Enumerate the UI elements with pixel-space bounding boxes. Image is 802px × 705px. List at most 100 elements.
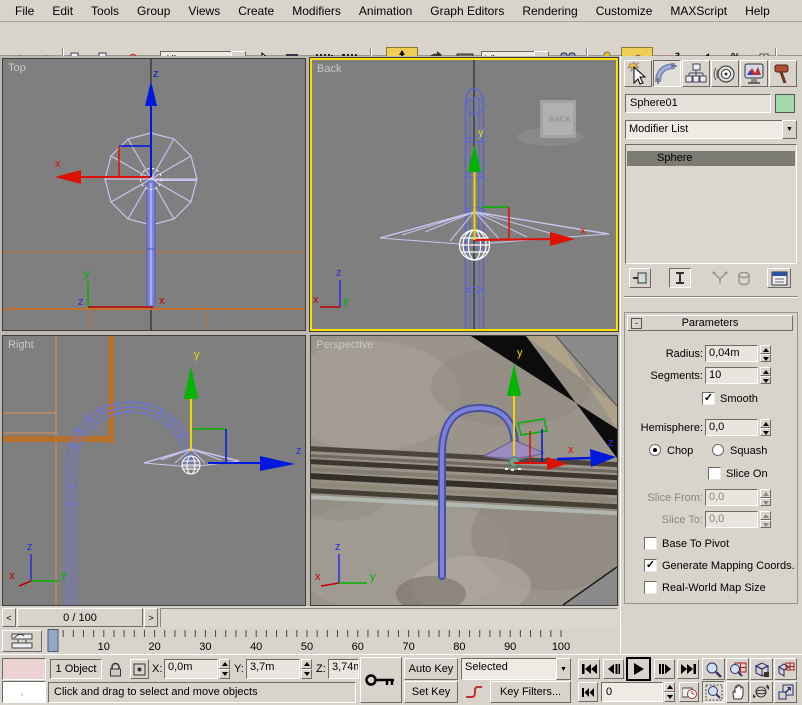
menu-file[interactable]: File [6,2,43,20]
hemisphere-spinner[interactable] [760,419,771,436]
menu-maxscript[interactable]: MAXScript [661,2,736,20]
tab-create[interactable] [624,60,652,87]
viewport-perspective-label[interactable]: Perspective [316,339,373,351]
region-zoom-button-active[interactable] [702,681,725,703]
key-mode-toggle-button[interactable] [578,682,598,702]
tab-hierarchy[interactable] [682,60,710,87]
absolute-offset-toggle[interactable] [130,659,149,679]
radius-field[interactable]: 0,04m [705,345,758,362]
x-coord-field[interactable]: 0,0m [164,659,218,679]
key-filters-button[interactable]: Key Filters... [490,681,571,703]
object-name-field[interactable]: Sphere01 [625,94,771,113]
dropdown-arrow-icon[interactable]: ▼ [782,120,797,139]
base-to-pivot-checkbox[interactable] [644,537,657,550]
viewport-right-canvas[interactable]: y z z x y [3,336,305,605]
zoom-all-button[interactable] [726,658,749,680]
maxscript-listener-pink[interactable] [2,658,46,680]
menu-tools[interactable]: Tools [82,2,128,20]
tab-display[interactable] [740,60,768,87]
play-animation-button[interactable] [626,657,651,681]
menu-modifiers[interactable]: Modifiers [283,2,350,20]
menu-rendering[interactable]: Rendering [513,2,586,20]
default-in-out-tangent-button[interactable] [461,681,487,703]
tab-utilities[interactable] [769,60,797,87]
show-end-result-button[interactable] [669,268,691,288]
zoom-extents-button[interactable] [750,658,773,680]
modifier-stack[interactable]: Sphere [625,144,797,264]
slice-on-checkbox[interactable] [708,467,721,480]
maxscript-listener-white[interactable]: , [2,681,46,703]
viewport-top[interactable]: Top [2,58,306,331]
x-coord-spinner[interactable] [219,659,230,679]
viewport-back-label[interactable]: Back [317,63,341,75]
timeline-ruler[interactable]: 0102030405060708090100 [44,629,619,654]
chop-radio-selected[interactable] [649,444,661,456]
generate-mapping-checkbox-checked[interactable]: ✓ [644,559,657,572]
umbrella-handle-topview[interactable] [147,181,155,307]
z-coord-field[interactable]: 3,74m [328,659,359,679]
rollout-collapse-icon[interactable]: - [631,318,642,329]
current-frame-field[interactable]: 0 [601,682,663,702]
auto-key-button[interactable]: Auto Key [404,658,458,680]
stack-item-sphere-selected[interactable]: Sphere [627,151,795,166]
viewport-top-canvas[interactable]: z x y z x [3,59,305,330]
viewport-back-active[interactable]: Back BACK [310,58,618,331]
set-key-button[interactable]: Set Key [404,681,458,703]
zoom-extents-icon [753,661,770,678]
radius-spinner[interactable] [760,345,771,362]
real-world-map-checkbox[interactable] [644,581,657,594]
time-slider-prev-button[interactable]: < [2,608,16,627]
modifier-list-dropdown[interactable]: Modifier List ▼ [625,120,797,139]
move-gizmo-top[interactable]: z x [55,68,159,184]
menu-customize[interactable]: Customize [587,2,662,20]
frame-spinner[interactable] [664,682,675,702]
menu-group[interactable]: Group [128,2,179,20]
arc-rotate-button[interactable] [750,681,773,703]
menu-help[interactable]: Help [736,2,779,20]
track-bar-frame-indicator[interactable] [48,630,58,652]
smooth-checkbox-checked[interactable]: ✓ [702,392,715,405]
selection-lock-toggle[interactable] [106,659,124,679]
time-slider-track[interactable] [160,608,617,627]
segments-spinner[interactable] [760,367,771,384]
pan-button[interactable] [726,681,749,703]
set-keys-button[interactable] [360,657,402,703]
tab-modify[interactable] [653,60,681,87]
move-gizmo-back[interactable]: y x [468,127,586,246]
dropdown-arrow-icon[interactable]: ▼ [556,658,571,680]
menu-create[interactable]: Create [229,2,283,20]
configure-modifier-sets-button[interactable] [767,268,791,288]
viewport-top-label[interactable]: Top [8,62,26,74]
viewport-right[interactable]: Right [2,335,306,606]
time-configuration-button[interactable] [679,682,699,702]
previous-frame-button[interactable] [603,659,624,679]
object-color-swatch[interactable] [775,94,795,113]
y-coord-field[interactable]: 3,7m [246,659,300,679]
squash-radio[interactable] [712,444,724,456]
min-max-toggle-button[interactable] [774,681,797,703]
menu-graph-editors[interactable]: Graph Editors [421,2,513,20]
go-to-end-button[interactable] [677,659,699,679]
umbrella-handle-rightview[interactable] [3,336,196,605]
zoom-extents-all-button[interactable] [774,658,797,680]
zoom-button[interactable] [702,658,725,680]
viewport-perspective-canvas[interactable]: y x z z x y [311,336,617,605]
menu-edit[interactable]: Edit [43,2,82,20]
hemisphere-field[interactable]: 0,0 [705,419,758,436]
open-mini-curve-editor-button[interactable] [2,630,42,652]
menu-views[interactable]: Views [179,2,229,20]
time-slider-handle[interactable]: 0 / 100 [17,608,143,627]
tab-motion[interactable] [711,60,739,87]
go-to-start-button[interactable] [578,659,600,679]
viewport-right-label[interactable]: Right [8,339,34,351]
viewport-perspective[interactable]: Perspective [310,335,618,606]
y-coord-spinner[interactable] [301,659,312,679]
time-slider-next-button[interactable]: > [144,608,158,627]
menu-animation[interactable]: Animation [350,2,421,20]
next-frame-button[interactable] [654,659,675,679]
segments-field[interactable]: 10 [705,367,758,384]
key-mode-dropdown[interactable]: Selected ▼ [461,658,571,680]
viewport-back-canvas[interactable]: BACK [312,60,616,329]
pin-stack-button[interactable] [629,268,651,288]
parameters-rollout-header[interactable]: - Parameters [627,315,793,331]
